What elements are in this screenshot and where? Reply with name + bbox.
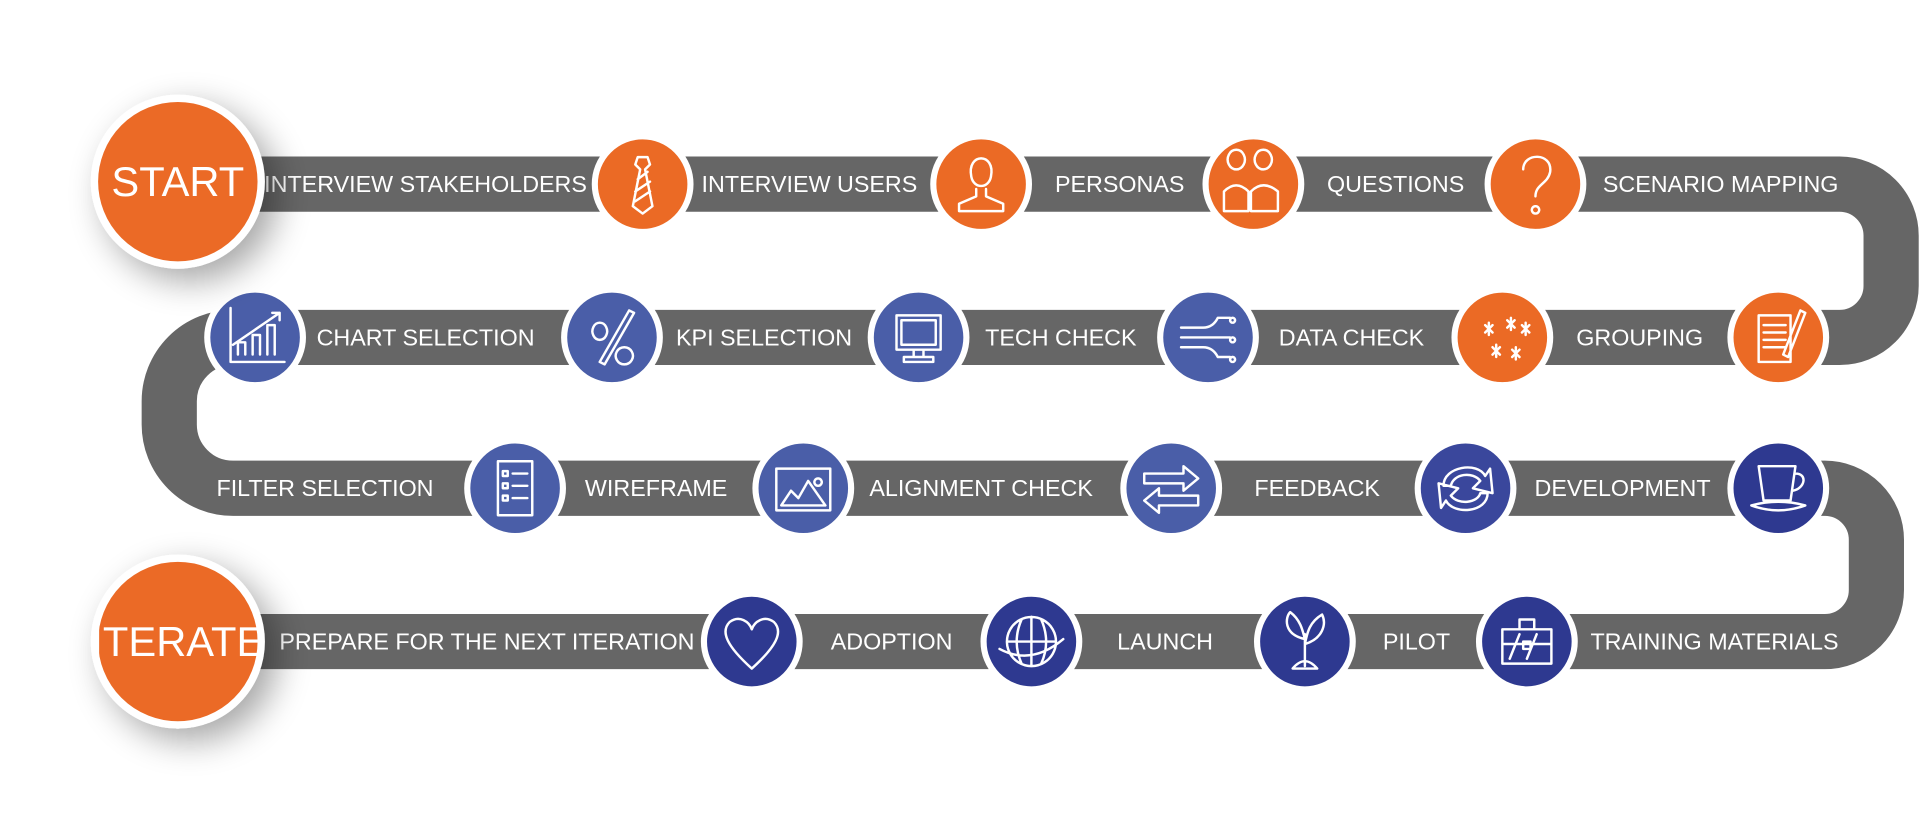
step-label: QUESTIONS [1327,171,1464,197]
step-circle[interactable] [561,286,663,389]
step-label: TRAINING MATERIALS [1590,629,1838,655]
step-label: PILOT [1383,629,1450,655]
step-circle[interactable] [930,133,1033,236]
step-circle[interactable] [1414,437,1517,540]
step-label: TECH CHECK [985,324,1137,350]
step-node[interactable] [561,286,663,389]
step-label: CHART SELECTION [317,324,535,350]
step-node[interactable] [1475,590,1578,693]
step-label: DEVELOPMENT [1535,475,1711,501]
step-node[interactable] [1484,133,1587,236]
step-circle[interactable] [204,286,306,389]
step-circle[interactable] [464,437,566,540]
road-path [141,156,1919,670]
step-node[interactable] [464,437,566,540]
step-node[interactable] [1120,437,1223,540]
process-roadmap: INTERVIEW STAKEHOLDERS INTERVIEW USERS PER… [90,94,1919,729]
step-node[interactable] [1451,286,1554,389]
step-label: SCENARIO MAPPING [1603,171,1839,197]
step-node[interactable] [204,286,306,389]
step-label: INTERVIEW STAKEHOLDERS [264,171,587,197]
step-node[interactable] [700,590,803,693]
step-label: FILTER SELECTION [216,475,433,501]
step-label: INTERVIEW USERS [702,171,918,197]
step-label: ADOPTION [831,629,953,655]
step-label: PREPARE FOR THE NEXT ITERATION [279,629,694,655]
step-circle[interactable] [1727,286,1830,389]
iterate-label: ITERATE [91,618,264,665]
step-label: ALIGNMENT CHECK [869,475,1093,501]
step-node[interactable] [1727,286,1830,389]
step-node[interactable] [867,286,970,389]
start-node[interactable]: START [90,94,265,269]
step-label: LAUNCH [1117,629,1213,655]
step-circle[interactable] [700,590,803,693]
step-node[interactable] [1202,133,1305,236]
start-label: START [111,158,244,205]
step-node[interactable] [752,437,855,540]
step-node[interactable] [1157,286,1259,389]
step-node[interactable] [1414,437,1517,540]
step-node[interactable] [930,133,1033,236]
step-circle[interactable] [1120,437,1223,540]
step-label: DATA CHECK [1279,324,1425,350]
step-circle[interactable] [1202,133,1305,236]
step-circle[interactable] [1484,133,1587,236]
step-circle[interactable] [1451,286,1554,389]
step-node[interactable] [1727,437,1830,540]
step-circle[interactable] [591,133,694,236]
step-circle[interactable] [1727,437,1830,540]
step-node[interactable] [980,590,1083,693]
step-label: FEEDBACK [1254,475,1380,501]
iterate-node[interactable]: ITERATE [90,554,265,729]
step-circle[interactable] [867,286,970,389]
step-node[interactable] [1253,590,1356,693]
step-label: WIREFRAME [585,475,727,501]
step-node[interactable] [591,133,694,236]
step-label: KPI SELECTION [676,324,852,350]
step-label: GROUPING [1576,324,1703,350]
step-label: PERSONAS [1055,171,1184,197]
